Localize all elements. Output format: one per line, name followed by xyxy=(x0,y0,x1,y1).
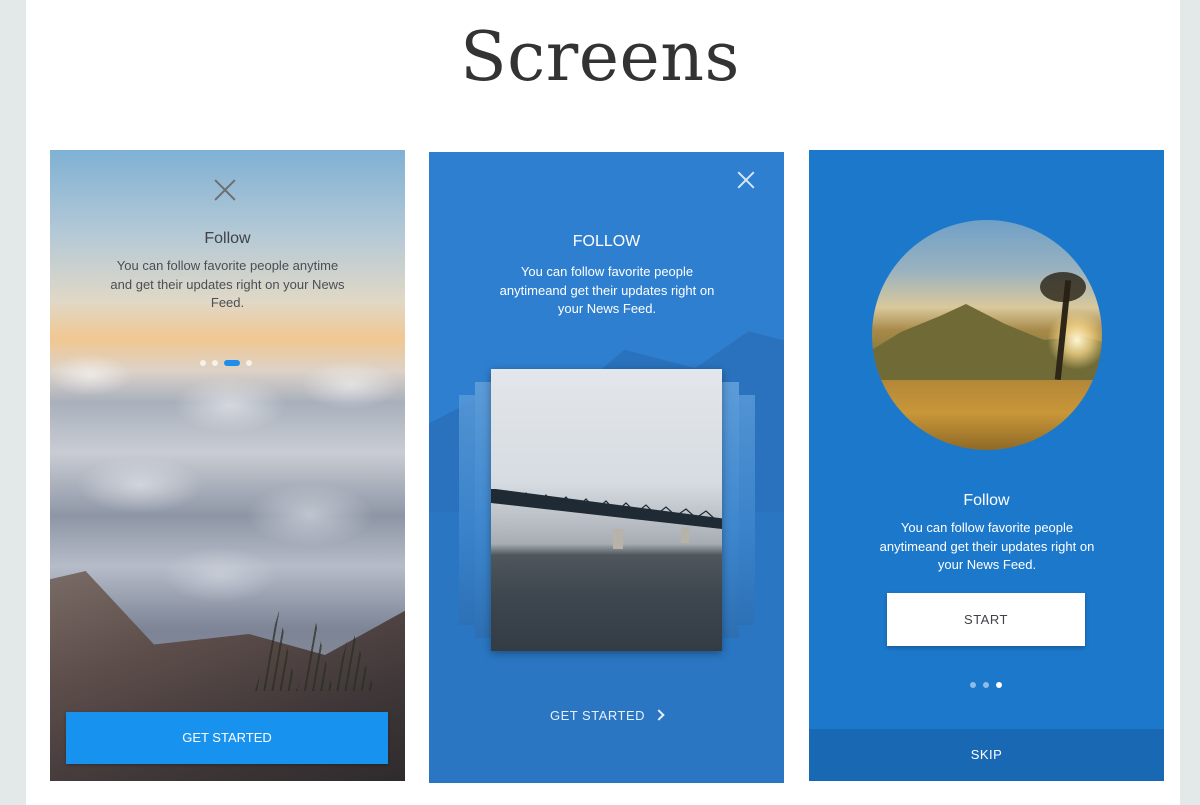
page-indicator xyxy=(970,682,1002,688)
screen-1-title: Follow xyxy=(204,230,251,247)
page-dot[interactable] xyxy=(246,360,252,366)
close-icon[interactable] xyxy=(213,178,237,202)
page-dot[interactable] xyxy=(212,360,218,366)
screen-1-description: You can follow favorite people anytime a… xyxy=(110,258,345,310)
get-started-button[interactable]: GET STARTED xyxy=(66,712,388,764)
page-dot[interactable] xyxy=(200,360,206,366)
screen-3-landscape: Follow You can follow favorite people an… xyxy=(809,150,1164,781)
screen-2-title: FOLLOW xyxy=(572,233,641,250)
tree-crown xyxy=(1040,272,1086,302)
page-dot[interactable] xyxy=(970,682,976,688)
page-indicator xyxy=(200,360,252,366)
get-started-link[interactable]: GET STARTED xyxy=(429,708,784,723)
screen-3-title: Follow xyxy=(963,492,1010,509)
sun-glow xyxy=(1047,310,1102,370)
stacked-card[interactable] xyxy=(735,395,755,625)
get-started-label: GET STARTED xyxy=(549,708,646,723)
bridge-image xyxy=(491,489,722,549)
screen-1-clouds: Follow You can follow favorite people an… xyxy=(50,150,405,781)
page-title: Screens xyxy=(460,18,740,97)
page-dot[interactable] xyxy=(983,682,989,688)
landscape-circle-photo xyxy=(872,220,1102,450)
skip-button[interactable]: SKIP xyxy=(809,729,1164,781)
screen-3-description: You can follow favorite people anytimean… xyxy=(879,520,1095,572)
bridge-photo-card[interactable] xyxy=(491,369,722,651)
grass-image xyxy=(255,611,375,691)
close-icon[interactable] xyxy=(737,171,755,189)
screen-2-bridge: FOLLOW You can follow favorite people an… xyxy=(429,152,784,783)
chevron-right-icon xyxy=(653,709,665,721)
page-dot-active[interactable] xyxy=(996,682,1002,688)
screen-2-description: You can follow favorite people anytimean… xyxy=(499,264,715,316)
page-dot-active[interactable] xyxy=(224,360,240,366)
start-button[interactable]: START xyxy=(887,593,1085,646)
